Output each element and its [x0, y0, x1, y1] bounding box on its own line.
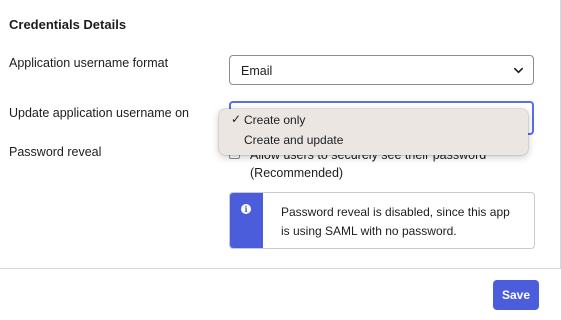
username-format-label: Application username format	[9, 56, 169, 70]
save-button[interactable]: Save	[493, 280, 539, 310]
credentials-details-panel: Credentials Details Application username…	[0, 0, 561, 320]
menu-item-create-only[interactable]: Create only	[244, 113, 305, 127]
username-format-select[interactable]: Email	[229, 55, 534, 85]
update-username-dropdown-menu: ✓ Create only Create and update	[219, 109, 528, 155]
checkmark-icon: ✓	[231, 112, 242, 126]
password-reveal-label: Password reveal	[9, 145, 102, 159]
update-username-label: Update application username on	[9, 106, 189, 120]
password-reveal-notice: i Password reveal is disabled, since thi…	[229, 192, 535, 249]
username-format-value: Email	[241, 64, 273, 78]
chevron-down-icon	[514, 67, 523, 74]
section-title: Credentials Details	[9, 17, 127, 32]
notice-accent-bar: i	[230, 193, 263, 248]
info-icon: i	[241, 204, 251, 214]
footer-divider	[0, 268, 561, 269]
notice-message: Password reveal is disabled, since this …	[281, 205, 510, 238]
checkbox-label-line2: (Recommended)	[250, 166, 344, 180]
menu-item-create-and-update[interactable]: Create and update	[244, 133, 343, 147]
